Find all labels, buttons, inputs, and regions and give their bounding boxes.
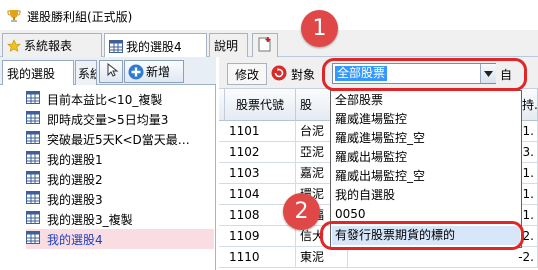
table-icon	[26, 171, 40, 187]
cell-code: 1103	[225, 163, 296, 184]
screener-list: 目前本益比<10_複製 即時成交量>5日均量3 突破最近5天K<D當天最… 我的…	[0, 85, 216, 270]
cell-code: 1109	[225, 226, 296, 247]
dropdown-option[interactable]: 羅威出場監控_空	[332, 167, 520, 186]
list-item-label: 我的選股2	[47, 172, 103, 187]
dropdown-option[interactable]: 羅威進場監控	[332, 110, 520, 129]
list-item-label: 突破最近5天K<D當天最…	[47, 132, 190, 147]
left-panel: 我的選股 系統 新增 目前本益比<10_複製 即時成交量>5日均量3 突破	[0, 57, 216, 270]
list-item-label: 我的選股4	[47, 232, 103, 247]
column-header-label: 股票代號	[235, 98, 284, 112]
tab-my-screener-4[interactable]: 我的選股4	[104, 33, 207, 58]
list-item[interactable]: 即時成交量>5日均量3	[26, 109, 214, 129]
annotation-badge-1: 1	[301, 10, 338, 47]
table-icon	[26, 111, 40, 127]
list-item[interactable]: 我的選股3_複製	[26, 209, 214, 229]
tab-system[interactable]: 系統	[75, 60, 97, 85]
table-icon	[26, 151, 40, 167]
cell-name: 東泥	[296, 247, 348, 268]
table-icon	[26, 211, 40, 227]
dropdown-option[interactable]: 羅威進場監控_空	[332, 129, 520, 148]
dropdown-option[interactable]: 羅威出場監控	[332, 148, 520, 167]
column-header-code[interactable]: 股票代號	[225, 89, 296, 121]
cell-code: 1110	[225, 247, 296, 268]
list-item[interactable]: 我的選股2	[26, 169, 214, 189]
table-icon	[109, 39, 123, 53]
annotation-outline-option	[320, 221, 524, 250]
dropdown-option[interactable]: 全部股票	[332, 91, 520, 110]
left-tab-strip: 我的選股 系統 新增	[0, 57, 216, 85]
add-button[interactable]: 新增	[124, 60, 184, 83]
tab-label: 系統報表	[24, 39, 73, 53]
select-pointer-button[interactable]	[99, 60, 123, 83]
new-document-icon	[258, 36, 272, 55]
cell-code: 1101	[225, 121, 296, 142]
list-item-label: 我的選股3_複製	[47, 212, 133, 227]
annotation-badge-2: 2	[283, 193, 320, 230]
pointer-icon	[103, 62, 119, 81]
column-header-label: 股	[300, 98, 313, 112]
list-item[interactable]: 目前本益比<10_複製	[26, 89, 214, 109]
cell-code: 1102	[225, 142, 296, 163]
table-icon	[26, 231, 40, 247]
tab-label: 說明	[214, 39, 239, 53]
edit-label: 修改	[234, 67, 259, 82]
tab-label: 系統	[78, 66, 96, 81]
tab-help[interactable]: 說明	[209, 33, 248, 57]
list-item[interactable]: 突破最近5天K<D當天最…	[26, 129, 214, 149]
list-item[interactable]: 我的選股3	[26, 189, 214, 209]
trophy-icon	[7, 10, 21, 22]
tab-label: 我的選股	[7, 66, 56, 81]
list-item-label: 目前本益比<10_複製	[47, 92, 163, 107]
table-icon	[26, 91, 40, 107]
title-bar: 選股勝利組(正式版)	[0, 0, 538, 30]
refresh-icon[interactable]	[271, 65, 287, 81]
list-item-label: 我的選股3	[47, 192, 103, 207]
plus-icon	[128, 64, 144, 80]
tab-label: 我的選股4	[126, 39, 182, 54]
main-tab-strip: 系統報表 我的選股4 說明	[0, 30, 538, 58]
window-title: 選股勝利組(正式版)	[27, 10, 133, 24]
tab-system-report[interactable]: 系統報表	[2, 33, 102, 57]
add-label: 新增	[146, 65, 171, 79]
table-icon	[26, 191, 40, 207]
list-item-label: 即時成交量>5日均量3	[47, 112, 169, 127]
list-item[interactable]: 我的選股1	[26, 149, 214, 169]
star-icon	[7, 38, 21, 53]
annotation-outline-combo	[322, 58, 527, 91]
list-item-selected[interactable]: 我的選股4	[26, 229, 214, 249]
cell-value: -2.	[508, 247, 538, 268]
table-row[interactable]: 1110 東泥 -2.	[219, 247, 538, 268]
dropdown-option[interactable]: 我的自選股	[332, 186, 520, 205]
table-icon	[26, 131, 40, 147]
list-item-label: 我的選股1	[47, 152, 103, 167]
new-tab-button[interactable]	[252, 33, 278, 57]
target-label: 對象	[291, 68, 316, 82]
tab-my-screeners[interactable]: 我的選股	[2, 60, 74, 85]
edit-button[interactable]: 修改	[227, 63, 267, 85]
